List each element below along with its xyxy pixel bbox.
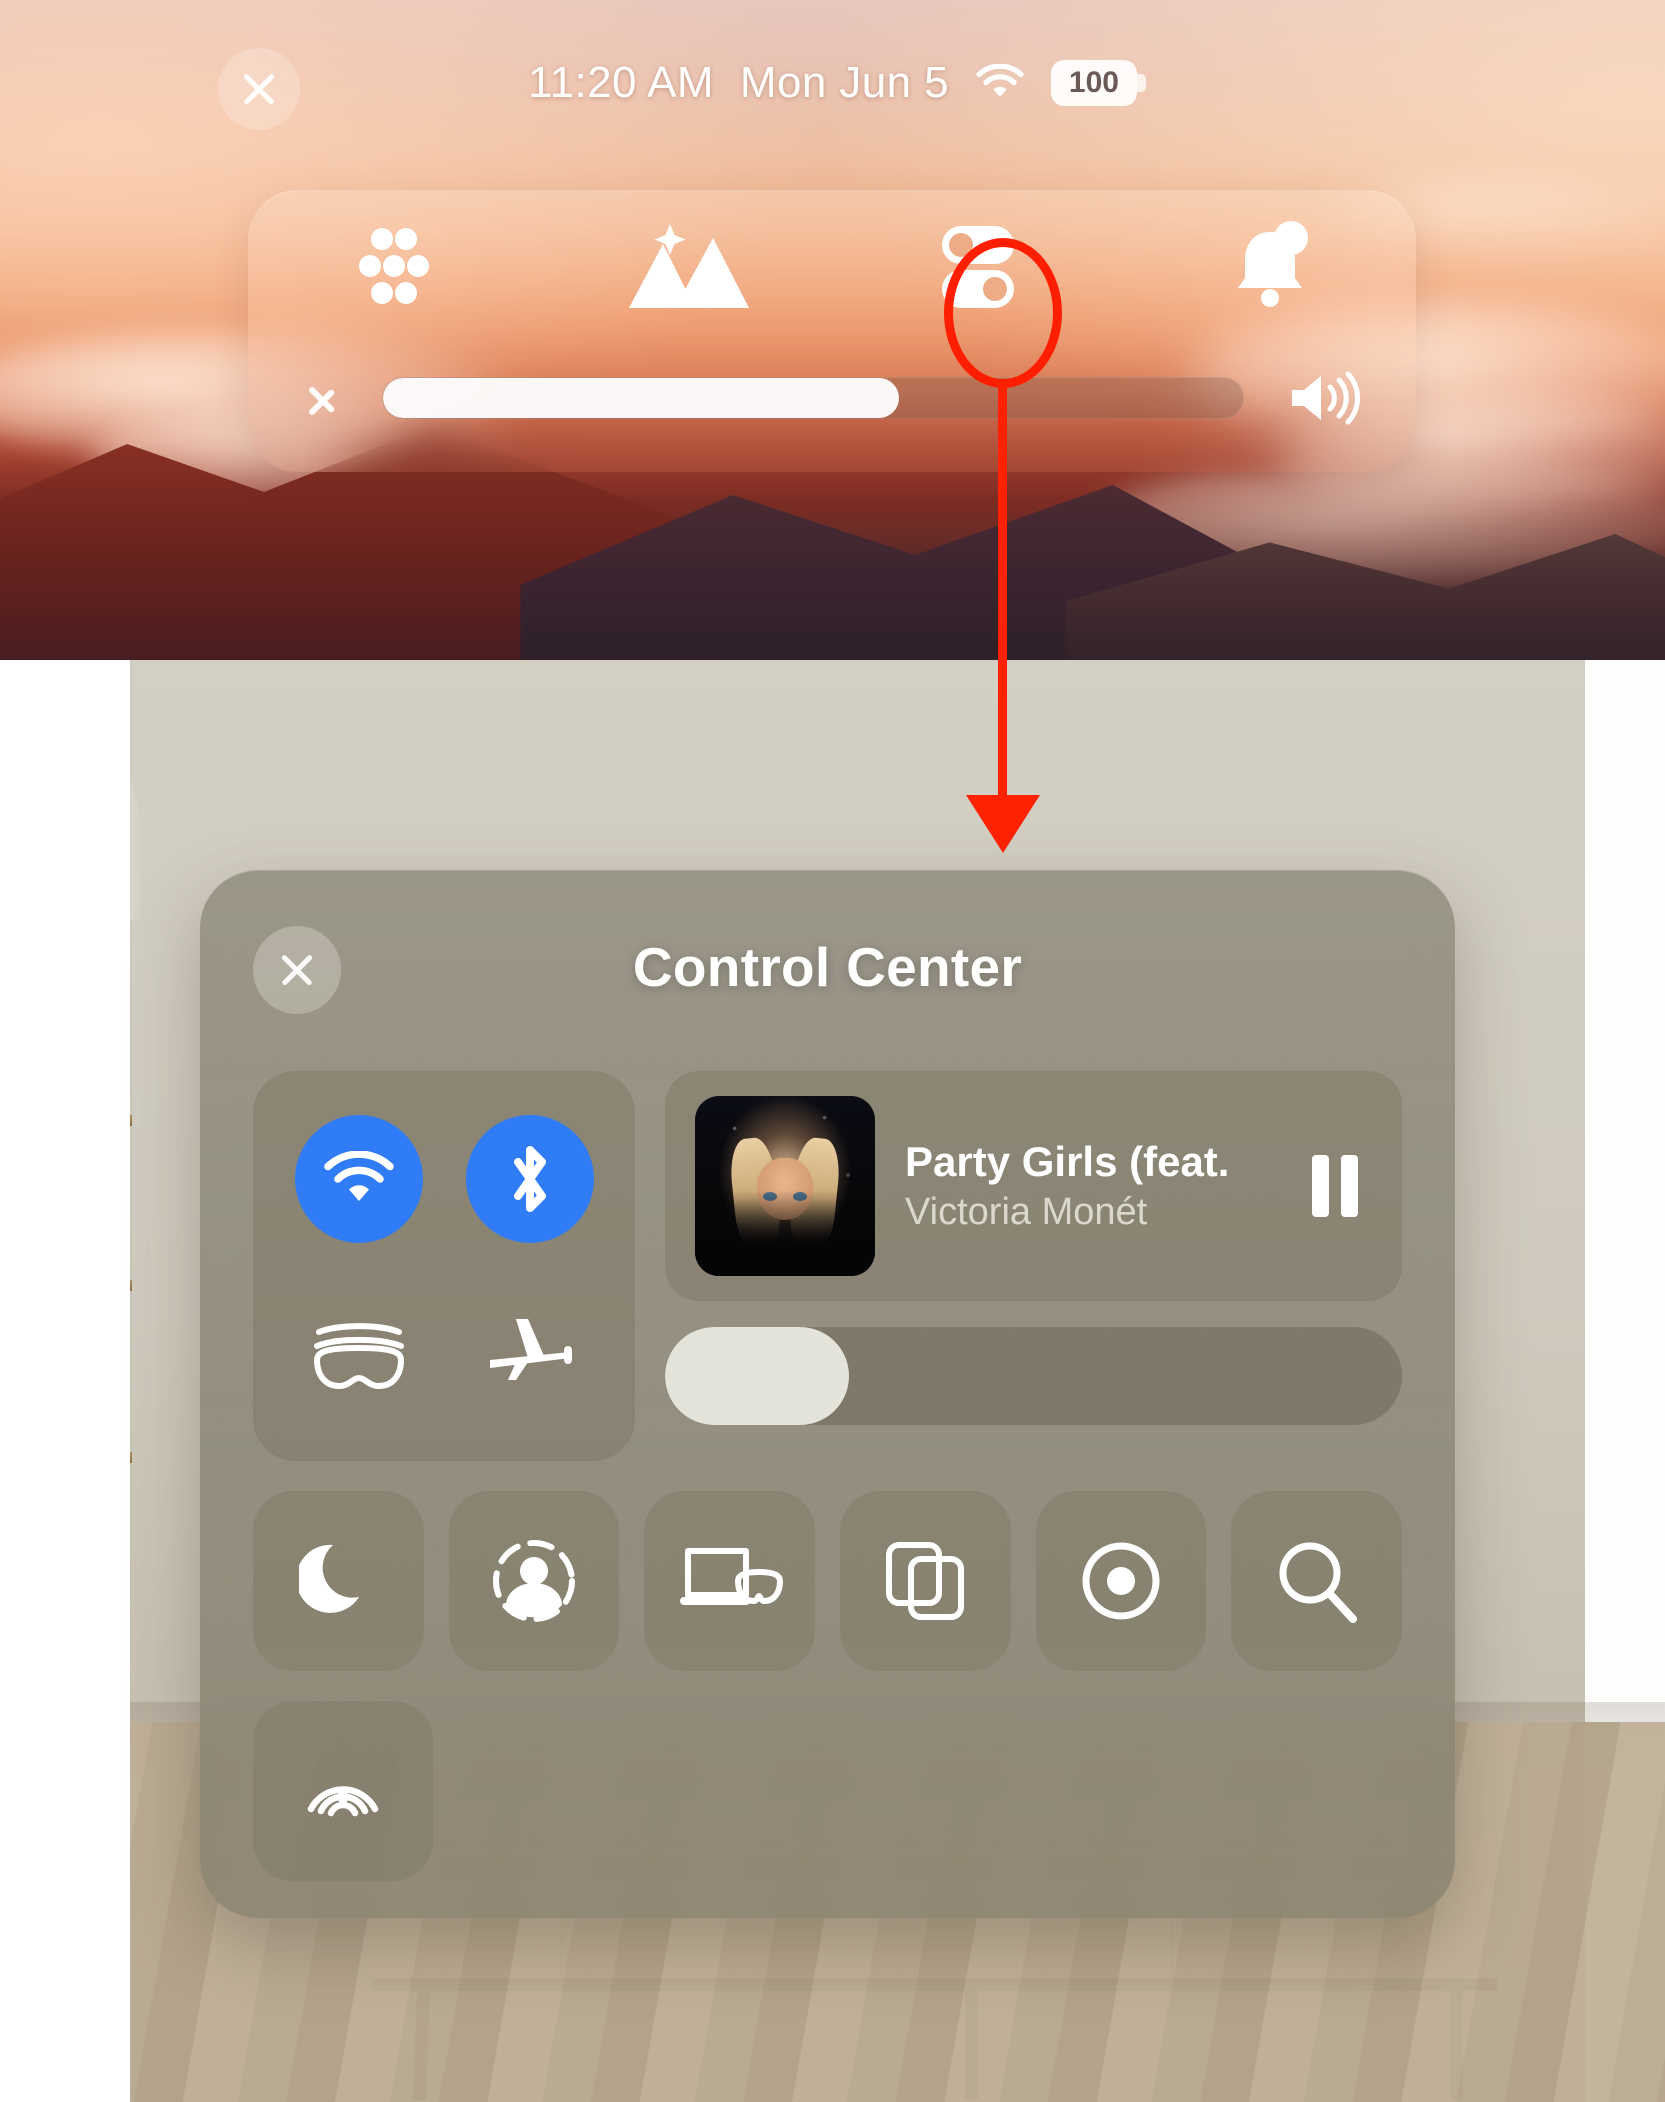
persona-tile[interactable] bbox=[448, 1491, 620, 1671]
bluetooth-icon bbox=[502, 1140, 558, 1218]
top-control-bar bbox=[248, 190, 1416, 472]
pause-button[interactable] bbox=[1298, 1149, 1372, 1223]
environments-mountain-icon bbox=[621, 220, 751, 312]
bluetooth-toggle[interactable] bbox=[465, 1114, 594, 1243]
annotation-arrow-head bbox=[966, 795, 1040, 853]
screen-record-icon bbox=[1076, 1536, 1166, 1626]
search-icon bbox=[1271, 1535, 1363, 1627]
environments-button[interactable] bbox=[540, 201, 832, 331]
mac-virtual-display-tile[interactable] bbox=[644, 1491, 816, 1671]
persona-icon bbox=[488, 1535, 580, 1627]
wall-left bbox=[0, 660, 130, 2102]
top-volume-slider[interactable] bbox=[382, 377, 1244, 419]
artwork-detail bbox=[695, 1190, 875, 1276]
window-mirroring-icon bbox=[879, 1535, 971, 1627]
control-center-tiles-row-2 bbox=[253, 1701, 1402, 1881]
wifi-icon bbox=[975, 64, 1025, 102]
pause-icon bbox=[1312, 1155, 1329, 1217]
battery-indicator: 100 bbox=[1050, 60, 1146, 106]
screenshot-root: 11:20 AM Mon Jun 5 100 Control Center Pa… bbox=[0, 0, 1665, 2102]
do-not-disturb-tile[interactable] bbox=[253, 1491, 424, 1671]
media-and-slider-column: Party Girls (feat. Victoria Monét bbox=[665, 1071, 1402, 1461]
status-date: Mon Jun 5 bbox=[739, 58, 949, 107]
control-center-header: Control Center bbox=[200, 871, 1455, 1071]
airplane-mode-toggle[interactable] bbox=[466, 1290, 594, 1418]
notifications-button[interactable] bbox=[1124, 201, 1416, 331]
search-tile[interactable] bbox=[1231, 1491, 1403, 1671]
notifications-bell-icon bbox=[1224, 220, 1316, 312]
vision-pro-headset-icon bbox=[309, 1316, 409, 1392]
page-title: Control Center bbox=[632, 936, 1023, 998]
now-playing-title: Party Girls (feat. bbox=[905, 1138, 1230, 1186]
window-mirroring-tile[interactable] bbox=[840, 1491, 1011, 1671]
connectivity-toggles-group bbox=[253, 1071, 635, 1461]
airdrop-icon bbox=[297, 1745, 389, 1837]
apps-grid-icon bbox=[359, 225, 429, 307]
status-bar-center: 11:20 AM Mon Jun 5 100 bbox=[0, 58, 1665, 108]
chevron-right-icon[interactable] bbox=[304, 371, 338, 425]
moon-icon bbox=[299, 1539, 377, 1623]
wifi-icon bbox=[322, 1150, 396, 1207]
volume-slider[interactable] bbox=[665, 1327, 1402, 1425]
now-playing-card[interactable]: Party Girls (feat. Victoria Monét bbox=[665, 1071, 1402, 1301]
status-bar: 11:20 AM Mon Jun 5 100 bbox=[0, 48, 1665, 132]
home-view-button[interactable] bbox=[248, 201, 540, 331]
airdrop-tile[interactable] bbox=[253, 1701, 433, 1881]
top-control-bar-icons bbox=[248, 201, 1416, 331]
volume-slider-fill bbox=[383, 378, 899, 418]
pause-icon bbox=[1341, 1155, 1358, 1217]
volume-slider-fill bbox=[665, 1327, 850, 1425]
control-center-tiles-row bbox=[253, 1491, 1403, 1671]
battery-percent-label: 100 bbox=[1068, 66, 1119, 99]
top-volume-row bbox=[248, 352, 1416, 444]
annotation-arrow-line bbox=[998, 380, 1007, 815]
top-environment-scene: 11:20 AM Mon Jun 5 100 bbox=[0, 0, 1665, 660]
mac-virtual-display-icon bbox=[676, 1539, 784, 1623]
album-artwork bbox=[695, 1096, 875, 1276]
control-center-body: Party Girls (feat. Victoria Monét bbox=[253, 1071, 1403, 1881]
vision-pro-toggle[interactable] bbox=[295, 1290, 423, 1418]
now-playing-artist: Victoria Monét bbox=[905, 1190, 1148, 1233]
airplane-icon bbox=[482, 1314, 578, 1394]
wifi-toggle[interactable] bbox=[294, 1114, 423, 1243]
screen-record-tile[interactable] bbox=[1035, 1491, 1207, 1671]
speaker-wave-icon bbox=[1288, 371, 1360, 425]
control-center-panel: Control Center Party Girls (feat. Victor… bbox=[200, 870, 1455, 1918]
now-playing-text: Party Girls (feat. Victoria Monét bbox=[905, 1138, 1268, 1233]
status-time: 11:20 AM bbox=[528, 58, 714, 107]
control-center-row-top: Party Girls (feat. Victoria Monét bbox=[253, 1071, 1402, 1461]
annotation-highlight-ellipse bbox=[944, 238, 1062, 388]
